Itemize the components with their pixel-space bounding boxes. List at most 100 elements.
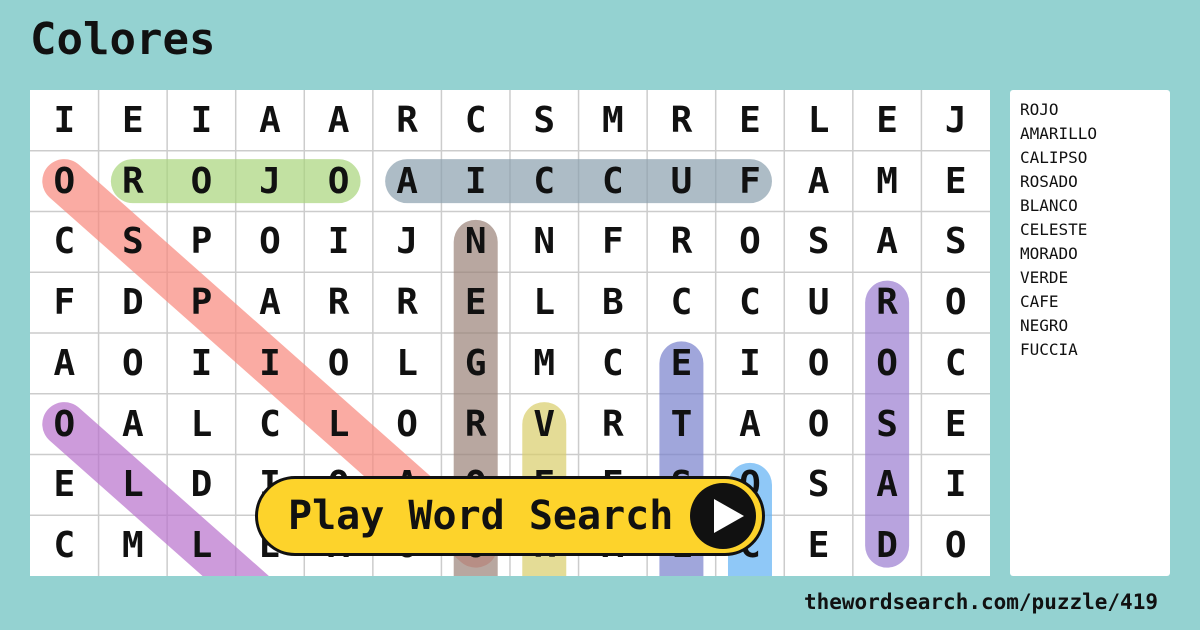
grid-cell[interactable]: U [784, 272, 853, 333]
grid-cell[interactable]: I [30, 90, 99, 151]
grid-cell[interactable]: A [853, 455, 922, 516]
grid-cell[interactable]: S [510, 90, 579, 151]
grid-cell[interactable]: R [647, 90, 716, 151]
grid-cell[interactable]: L [784, 90, 853, 151]
grid-cell[interactable]: J [236, 151, 305, 212]
grid-cell[interactable]: C [716, 272, 785, 333]
grid-cell[interactable]: E [99, 90, 168, 151]
grid-cell[interactable]: O [921, 515, 990, 576]
grid-cell[interactable]: N [441, 212, 510, 273]
grid-cell[interactable]: E [647, 333, 716, 394]
grid-cell[interactable]: A [99, 394, 168, 455]
grid-cell[interactable]: L [167, 394, 236, 455]
grid-cell[interactable]: S [921, 212, 990, 273]
grid-cell[interactable]: A [236, 90, 305, 151]
grid-cell[interactable]: A [236, 272, 305, 333]
grid-cell[interactable]: M [510, 333, 579, 394]
grid-cell[interactable]: P [167, 212, 236, 273]
grid-cell[interactable]: D [167, 455, 236, 516]
grid-cell[interactable]: G [441, 333, 510, 394]
grid-cell[interactable]: N [510, 212, 579, 273]
grid-cell[interactable]: R [304, 272, 373, 333]
grid-cell[interactable]: R [99, 151, 168, 212]
grid-cell[interactable]: D [99, 272, 168, 333]
grid-cell[interactable]: L [510, 272, 579, 333]
grid-cell[interactable]: V [510, 394, 579, 455]
site-url[interactable]: thewordsearch.com/puzzle/419 [804, 590, 1158, 614]
grid-cell[interactable]: R [441, 394, 510, 455]
grid-cell[interactable]: A [853, 212, 922, 273]
grid-cell[interactable]: A [304, 90, 373, 151]
grid-cell[interactable]: R [579, 394, 648, 455]
grid-cell[interactable]: R [647, 212, 716, 273]
grid-cell[interactable]: C [579, 333, 648, 394]
grid-cell[interactable]: E [716, 90, 785, 151]
grid-cell[interactable]: I [236, 333, 305, 394]
grid-cell[interactable]: O [921, 272, 990, 333]
grid-cell[interactable]: R [853, 272, 922, 333]
grid-cell[interactable]: L [304, 394, 373, 455]
grid-cell[interactable]: C [30, 212, 99, 273]
grid-cell[interactable]: O [784, 333, 853, 394]
grid-cell[interactable]: T [647, 394, 716, 455]
grid-cell[interactable]: A [373, 151, 442, 212]
grid-cell[interactable]: J [921, 90, 990, 151]
grid-cell[interactable]: O [784, 394, 853, 455]
grid-cell[interactable]: F [30, 272, 99, 333]
grid-cell[interactable]: O [236, 212, 305, 273]
grid-cell[interactable]: I [304, 212, 373, 273]
grid-cell[interactable]: B [579, 272, 648, 333]
grid-cell[interactable]: O [30, 394, 99, 455]
grid-cell[interactable]: M [853, 151, 922, 212]
grid-cell[interactable]: I [441, 151, 510, 212]
grid-cell[interactable]: C [30, 515, 99, 576]
grid-cell[interactable]: R [373, 272, 442, 333]
grid-cell[interactable]: E [30, 455, 99, 516]
grid-cell[interactable]: A [716, 394, 785, 455]
grid-cell[interactable]: C [441, 90, 510, 151]
grid-cell[interactable]: C [921, 333, 990, 394]
grid-cell[interactable]: O [167, 151, 236, 212]
grid-cell[interactable]: I [921, 455, 990, 516]
grid-cell[interactable]: S [784, 212, 853, 273]
grid-cell[interactable]: E [921, 394, 990, 455]
grid-cell[interactable]: R [373, 90, 442, 151]
grid-cell[interactable]: J [373, 212, 442, 273]
grid-cell[interactable]: E [784, 515, 853, 576]
grid-cell[interactable]: C [236, 394, 305, 455]
grid-cell[interactable]: O [30, 151, 99, 212]
grid-cell[interactable]: E [441, 272, 510, 333]
grid-cell[interactable]: L [167, 515, 236, 576]
grid-cell[interactable]: I [716, 333, 785, 394]
grid-cell[interactable]: M [99, 515, 168, 576]
grid-cell[interactable]: F [716, 151, 785, 212]
grid-cell[interactable]: E [853, 90, 922, 151]
grid-cell[interactable]: L [99, 455, 168, 516]
grid-cell[interactable]: O [716, 212, 785, 273]
grid-cell[interactable]: O [373, 394, 442, 455]
grid-cell[interactable]: A [784, 151, 853, 212]
grid-cell[interactable]: S [853, 394, 922, 455]
grid-cell[interactable]: C [510, 151, 579, 212]
grid-cell[interactable]: M [579, 90, 648, 151]
grid-cell[interactable]: A [30, 333, 99, 394]
grid-cell[interactable]: O [853, 333, 922, 394]
word-list-item: AMARILLO [1020, 124, 1098, 143]
grid-cell[interactable]: L [373, 333, 442, 394]
grid-cell[interactable]: O [304, 151, 373, 212]
grid-cell[interactable]: O [99, 333, 168, 394]
grid-cell[interactable]: D [853, 515, 922, 576]
play-word-search-button[interactable]: Play Word Search [255, 476, 765, 556]
grid-cell[interactable]: S [99, 212, 168, 273]
grid-cell[interactable]: O [304, 333, 373, 394]
play-button-label: Play Word Search [288, 493, 674, 539]
grid-cell[interactable]: U [647, 151, 716, 212]
grid-cell[interactable]: C [579, 151, 648, 212]
grid-cell[interactable]: I [167, 333, 236, 394]
grid-cell[interactable]: F [579, 212, 648, 273]
grid-cell[interactable]: P [167, 272, 236, 333]
grid-cell[interactable]: E [921, 151, 990, 212]
grid-cell[interactable]: S [784, 455, 853, 516]
grid-cell[interactable]: I [167, 90, 236, 151]
grid-cell[interactable]: C [647, 272, 716, 333]
